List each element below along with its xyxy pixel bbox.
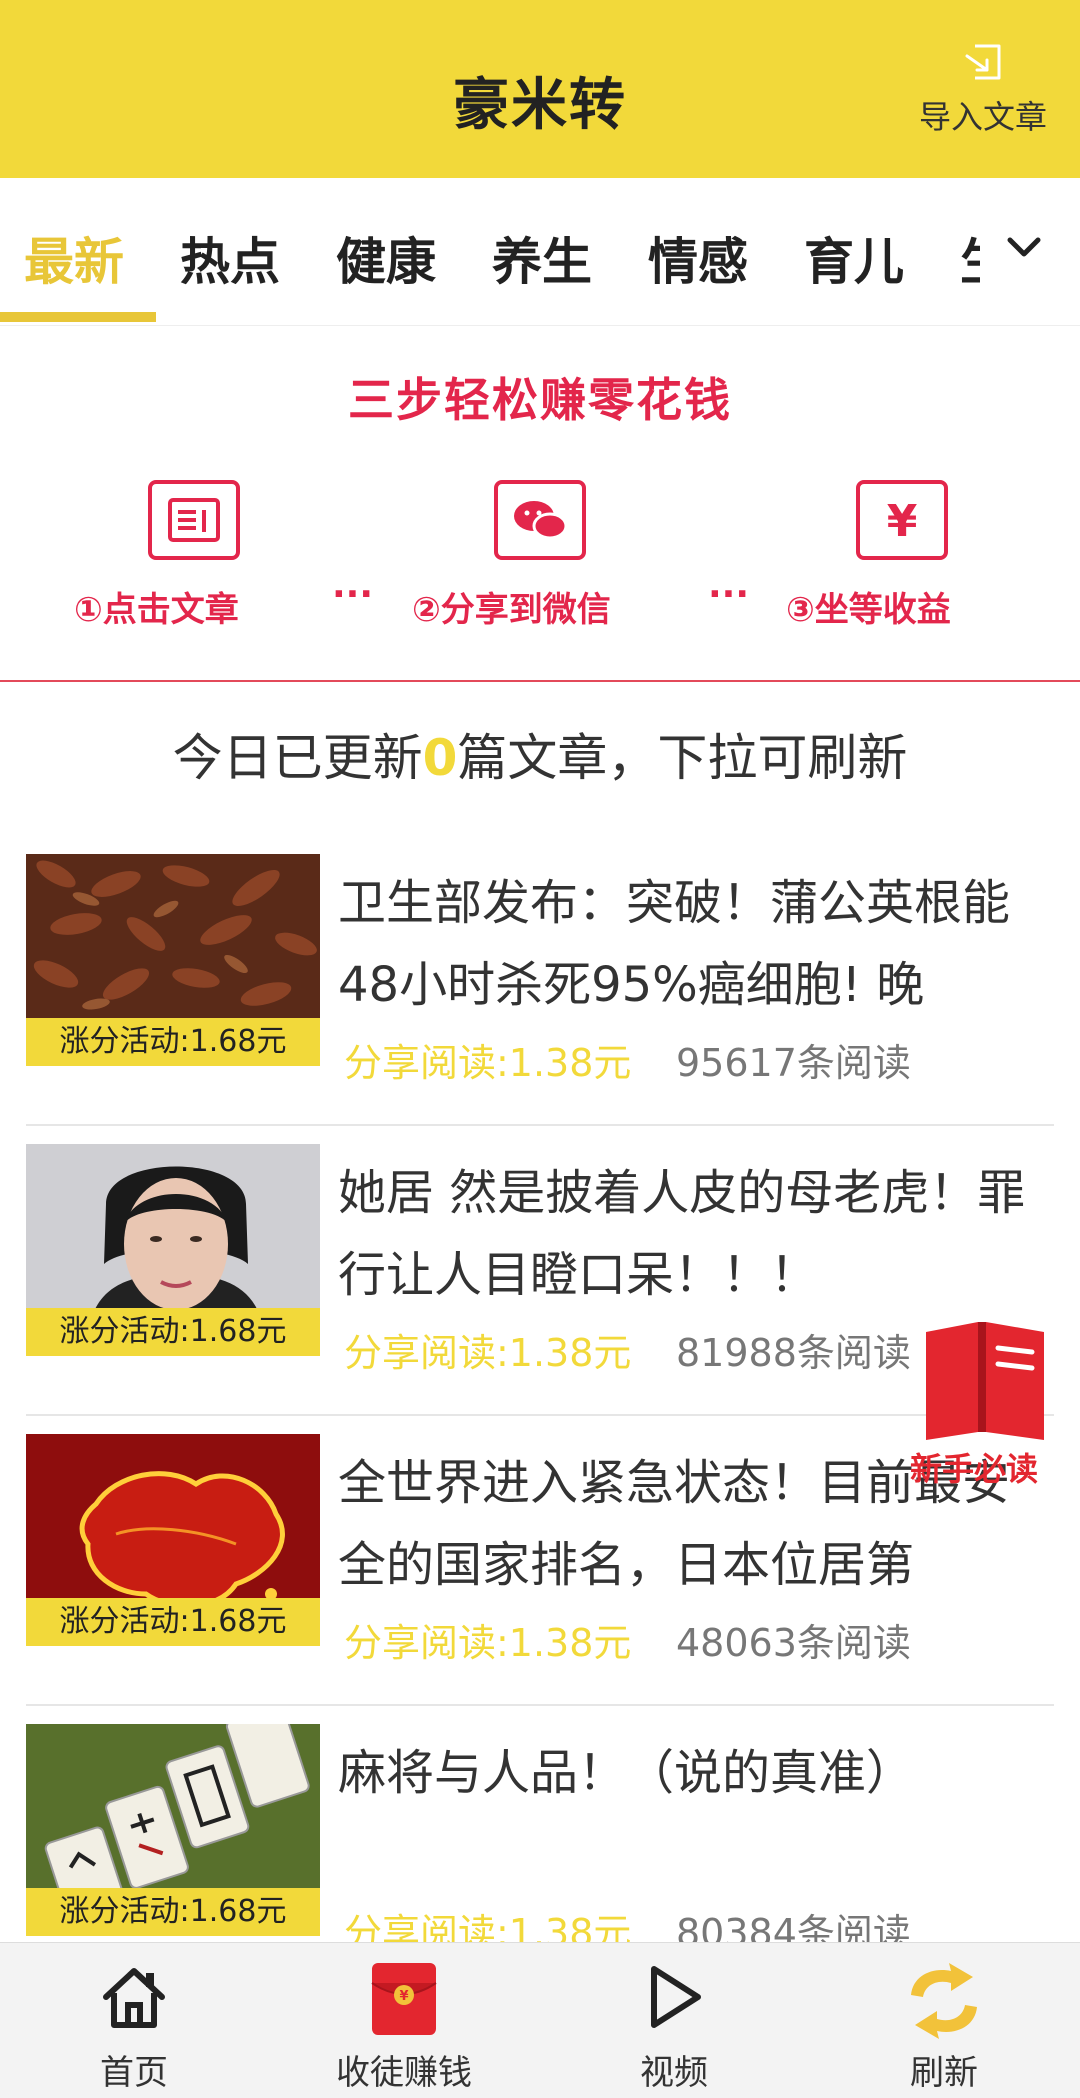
share-reward: 分享阅读:1.38元: [344, 1621, 632, 1665]
step-2-label: ②分享到微信: [412, 590, 611, 630]
how-to-earn-banner[interactable]: 三步轻松赚零花钱 ¥ ①点击文章 ··· ②分享到微信 ··· ③坐等收益: [0, 326, 1080, 682]
activity-tag: 涨分活动:1.68元: [26, 1888, 320, 1936]
svg-text:¥: ¥: [887, 496, 918, 547]
activity-tag: 涨分活动:1.68元: [26, 1308, 320, 1356]
article-card[interactable]: 涨分活动:1.68元 她居 然是披着人皮的母老虎！罪行让人目瞪口呆！！！ 分享阅…: [26, 1126, 1054, 1416]
read-count: 95617条阅读: [676, 1041, 911, 1085]
import-article-button[interactable]: 导入文章: [908, 40, 1058, 150]
yuan-icon: ¥: [856, 480, 948, 560]
article-thumbnail: 涨分活动:1.68元: [26, 1144, 320, 1356]
read-count: 81988条阅读: [676, 1331, 911, 1375]
beginner-guide-button[interactable]: 新手必读: [906, 1312, 1080, 1492]
share-reward: 分享阅读:1.38元: [344, 1331, 632, 1375]
article-card[interactable]: 涨分活动:1.68元 卫生部发布：突破！蒲公英根能48小时杀死95%癌细胞! 晚…: [26, 836, 1054, 1126]
article-title: 麻将与人品！（说的真准）: [338, 1745, 915, 1801]
tab-health[interactable]: 健康: [336, 222, 436, 294]
beginner-guide-label: 新手必读: [910, 1450, 1039, 1488]
nav-home[interactable]: 首页: [44, 1961, 224, 2097]
tab-parenting[interactable]: 育儿: [804, 222, 904, 294]
tab-latest[interactable]: 最新: [24, 222, 124, 294]
more-tabs-button[interactable]: [980, 206, 1080, 296]
import-article-label: 导入文章: [918, 98, 1047, 136]
share-reward: 分享阅读:1.38元: [344, 1041, 632, 1085]
article-title: 她居 然是披着人皮的母老虎！罪行让人目瞪口呆！！！: [338, 1165, 1026, 1303]
article-icon: [148, 480, 240, 560]
tab-wellness[interactable]: 养生: [492, 222, 592, 294]
article-thumbnail: 涨分活动:1.68元: [26, 1724, 320, 1936]
activity-tag: 涨分活动:1.68元: [26, 1018, 320, 1066]
banner-title: 三步轻松赚零花钱: [348, 373, 732, 427]
import-icon: [965, 44, 1001, 80]
refresh-icon: [911, 1963, 977, 2039]
read-count: 48063条阅读: [676, 1621, 911, 1665]
nav-refresh-label: 刷新: [910, 2053, 978, 2093]
red-envelope-icon: ¥: [371, 1963, 437, 2035]
book-icon: [926, 1322, 1044, 1440]
step-separator: ···: [708, 574, 750, 615]
nav-refresh[interactable]: 刷新: [854, 1961, 1034, 2097]
active-tab-indicator: [0, 312, 156, 322]
home-icon: [103, 1968, 165, 2028]
svg-text:¥: ¥: [399, 1989, 408, 2004]
nav-home-label: 首页: [100, 2053, 168, 2093]
category-tabs: 最新 热点 健康 养生 情感 育儿 生: [0, 178, 1080, 326]
play-icon: [651, 1966, 701, 2028]
tab-hot[interactable]: 热点: [180, 222, 280, 294]
update-note: 今日已更新0篇文章，下拉可刷新: [0, 718, 1080, 790]
activity-tag: 涨分活动:1.68元: [26, 1598, 320, 1646]
update-count: 0: [422, 729, 458, 787]
article-thumbnail: 涨分活动:1.68元: [26, 854, 320, 1066]
step-1-label: ①点击文章: [74, 590, 239, 630]
article-card[interactable]: 涨分活动:1.68元 全世界进入紧急状态！目前最安全的国家排名，日本位居第 分享…: [26, 1416, 1054, 1706]
nav-recruit-earn-label: 收徒赚钱: [336, 2053, 472, 2093]
nav-video-label: 视频: [640, 2053, 708, 2093]
step-separator: ···: [332, 574, 374, 615]
nav-video[interactable]: 视频: [584, 1961, 764, 2097]
bottom-navigation: 首页 ¥ 收徒赚钱 视频 刷新: [0, 1942, 1080, 2098]
article-title: 卫生部发布：突破！蒲公英根能48小时杀死95%癌细胞! 晚: [338, 875, 1011, 1013]
app-header: 豪米转 导入文章: [0, 0, 1080, 178]
article-thumbnail: 涨分活动:1.68元: [26, 1434, 320, 1646]
nav-recruit-earn[interactable]: ¥ 收徒赚钱: [314, 1961, 494, 2097]
wechat-icon: [494, 480, 586, 560]
tab-emotion[interactable]: 情感: [648, 222, 748, 294]
step-3-label: ③坐等收益: [786, 590, 951, 630]
chevron-down-icon: [1007, 237, 1041, 257]
update-note-prefix: 今日已更新: [172, 729, 423, 787]
update-note-suffix: 篇文章，下拉可刷新: [457, 729, 908, 787]
